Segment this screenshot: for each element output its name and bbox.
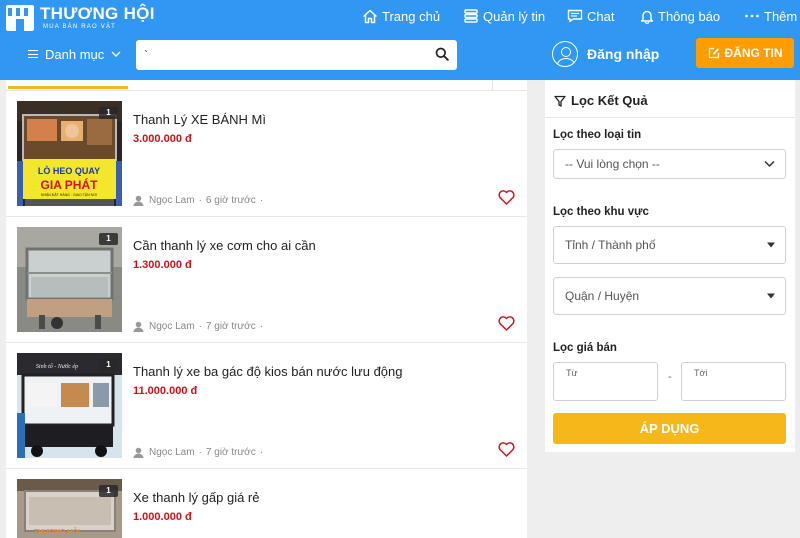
- listing-panel: LÒ HEO QUAY GIA PHÁT NHẬN ĐẶT HÀNG · GIA…: [6, 80, 527, 538]
- more-icon: [745, 14, 759, 18]
- price-filter-label: Lọc giá bán: [553, 342, 617, 354]
- listing-thumbnail[interactable]: 1: [17, 227, 122, 332]
- listing-meta: Ngọc Lam · 7 giờ trước ·: [133, 321, 267, 332]
- type-filter-label: Lọc theo loại tin: [553, 129, 642, 141]
- listing-item[interactable]: THƯƠNG HỘI 1 Xe thanh lý gấp giá rẻ 1.00…: [6, 469, 527, 538]
- listing-title[interactable]: Thanh Lý XE BÁNH Mì: [133, 112, 266, 127]
- filter-title: Lọc Kết Quả: [571, 93, 648, 108]
- area-filter-label: Lọc theo khu vực: [553, 206, 649, 218]
- type-select[interactable]: -- Vui lòng chọn --: [553, 149, 786, 179]
- hamburger-icon: [28, 50, 38, 58]
- user-icon: [133, 195, 144, 206]
- nav-manage-posts[interactable]: Quản lý tin: [464, 6, 545, 26]
- apply-filter-button[interactable]: ÁP DỤNG: [553, 413, 786, 444]
- listing-title[interactable]: Cần thanh lý xe cơm cho ai cần: [133, 238, 316, 253]
- heart-icon[interactable]: [498, 316, 515, 331]
- listing-title[interactable]: Thanh lý xe ba gác độ kios bán nước lưu …: [133, 364, 402, 379]
- bell-icon: [640, 10, 654, 24]
- price-to-placeholder: Tới: [694, 368, 708, 378]
- posted-time: 7 giờ trước: [205, 447, 256, 458]
- brand-name: THƯƠNG HỘI: [40, 4, 155, 23]
- listing-item[interactable]: 1 Cần thanh lý xe cơm cho ai cần 1.300.0…: [6, 217, 527, 343]
- list-icon: [464, 9, 478, 23]
- top-header: THƯƠNG HỘI MUA BÁN RAO VẶT Trang chủ Quả…: [0, 0, 800, 80]
- home-icon: [362, 9, 378, 23]
- listing-thumbnail[interactable]: THƯƠNG HỘI 1: [17, 479, 122, 538]
- price-to-input[interactable]: Tới: [681, 362, 786, 401]
- chevron-down-icon: [764, 160, 775, 168]
- photo-count-badge: 1: [99, 233, 118, 245]
- listing-meta: Ngọc Lam · 6 giờ trước ·: [133, 195, 267, 206]
- user-icon: [133, 447, 144, 458]
- nav-home-label: Trang chủ: [382, 8, 441, 24]
- listing-price: 11.000.000 đ: [133, 385, 198, 397]
- site-logo[interactable]: THƯƠNG HỘI MUA BÁN RAO VẶT: [6, 4, 156, 32]
- seller-name[interactable]: Ngọc Lam: [149, 447, 195, 458]
- listing-thumbnail[interactable]: Sinh tố - Nước ép 1: [17, 353, 122, 458]
- province-select-value: Tỉnh / Thành phố: [565, 238, 656, 252]
- category-menu-label: Danh mục: [45, 46, 105, 62]
- search-icon[interactable]: [435, 47, 449, 61]
- price-separator: -: [668, 371, 672, 383]
- photo-count-badge: 1: [99, 485, 118, 497]
- listing-tabs: [6, 80, 527, 91]
- heart-icon[interactable]: [498, 442, 515, 457]
- svg-text:NHẬN ĐẶT HÀNG · GIAO TẬN NƠI: NHẬN ĐẶT HÀNG · GIAO TẬN NƠI: [41, 193, 97, 197]
- search-input[interactable]: [144, 47, 424, 63]
- login-button[interactable]: Đăng nhập: [552, 40, 659, 68]
- svg-text:LÒ HEO QUAY: LÒ HEO QUAY: [38, 165, 100, 176]
- caret-down-icon: [767, 242, 775, 248]
- user-avatar-icon: [552, 41, 578, 67]
- active-tab-indicator[interactable]: [8, 86, 128, 89]
- chevron-down-icon: [111, 51, 121, 57]
- photo-count-badge: 1: [99, 107, 118, 119]
- edit-icon: [708, 47, 719, 59]
- filter-panel: Lọc Kết Quả Lọc theo loại tin -- Vui lòn…: [545, 80, 795, 452]
- posted-time: 6 giờ trước: [205, 195, 256, 206]
- price-from-placeholder: Từ: [566, 368, 578, 378]
- nav-chat-label: Chat: [587, 8, 615, 24]
- district-select[interactable]: Quận / Huyện: [553, 277, 786, 315]
- nav-more[interactable]: Thêm: [744, 6, 797, 26]
- svg-text:THƯƠNG HỘI: THƯƠNG HỘI: [34, 527, 80, 536]
- post-ad-button[interactable]: ĐĂNG TIN: [696, 38, 794, 68]
- post-ad-label: ĐĂNG TIN: [724, 46, 783, 60]
- filter-icon: [554, 95, 566, 107]
- category-menu-button[interactable]: Danh mục: [28, 44, 121, 64]
- heart-icon[interactable]: [498, 190, 515, 205]
- chat-icon: [567, 9, 583, 23]
- caret-down-icon: [767, 293, 775, 299]
- listing-item[interactable]: Sinh tố - Nước ép 1 Thanh lý xe ba gác đ…: [6, 343, 527, 469]
- listing-title[interactable]: Xe thanh lý gấp giá rẻ: [133, 490, 259, 505]
- price-from-input[interactable]: Từ: [553, 362, 658, 401]
- posted-time: 7 giờ trước: [205, 321, 256, 332]
- seller-name[interactable]: Ngọc Lam: [149, 321, 195, 332]
- nav-more-label: Thêm: [764, 8, 798, 24]
- nav-home[interactable]: Trang chủ: [362, 6, 440, 26]
- search-box: [136, 40, 457, 70]
- user-icon: [133, 321, 144, 332]
- nav-manage-posts-label: Quản lý tin: [483, 8, 546, 24]
- type-select-value: -- Vui lòng chọn --: [565, 157, 660, 171]
- nav-notifications[interactable]: Thông báo: [640, 6, 720, 26]
- nav-notifications-label: Thông báo: [658, 8, 721, 24]
- listing-meta: Ngọc Lam · 7 giờ trước ·: [133, 447, 267, 458]
- seller-name[interactable]: Ngọc Lam: [149, 195, 195, 206]
- listing-price: 3.000.000 đ: [133, 133, 192, 145]
- login-label: Đăng nhập: [587, 46, 660, 62]
- svg-text:Sinh tố - Nước ép: Sinh tố - Nước ép: [36, 363, 78, 370]
- listing-item[interactable]: LÒ HEO QUAY GIA PHÁT NHẬN ĐẶT HÀNG · GIA…: [6, 91, 527, 217]
- brand-tagline: MUA BÁN RAO VẶT: [43, 24, 117, 30]
- province-select[interactable]: Tỉnh / Thành phố: [553, 226, 786, 264]
- nav-chat[interactable]: Chat: [567, 6, 614, 26]
- photo-count-badge: 1: [99, 359, 118, 371]
- store-icon: [6, 5, 34, 31]
- listing-price: 1.300.000 đ: [133, 259, 192, 271]
- listing-price: 1.000.000 đ: [133, 511, 192, 523]
- svg-text:GIA PHÁT: GIA PHÁT: [41, 177, 99, 192]
- filter-header: Lọc Kết Quả: [545, 80, 795, 118]
- district-select-value: Quận / Huyện: [565, 289, 640, 303]
- listing-thumbnail[interactable]: LÒ HEO QUAY GIA PHÁT NHẬN ĐẶT HÀNG · GIA…: [17, 101, 122, 206]
